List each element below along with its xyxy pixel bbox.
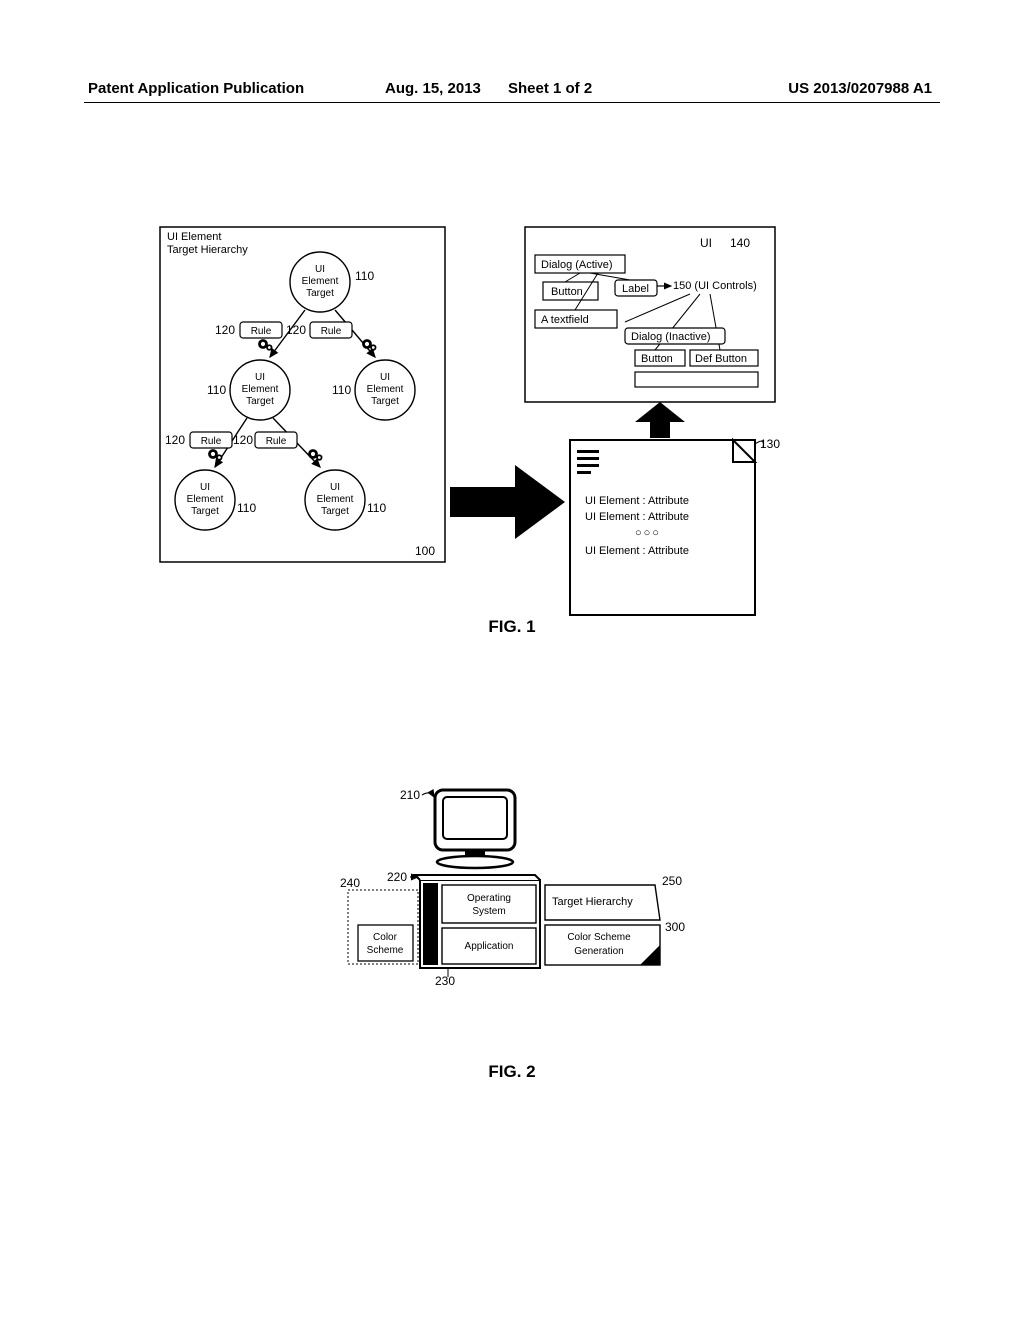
ref-300: 300	[665, 920, 685, 934]
ref-100: 100	[415, 544, 435, 558]
svg-text:UI Element : Attribute: UI Element : Attribute	[585, 511, 689, 523]
svg-text:UI: UI	[330, 482, 340, 493]
gear-icon	[362, 339, 376, 351]
svg-text:System: System	[472, 906, 505, 917]
svg-text:UI Element : Attribute: UI Element : Attribute	[585, 495, 689, 507]
svg-text:Target Hierarchy: Target Hierarchy	[552, 896, 633, 908]
ref-140: 140	[730, 236, 750, 250]
svg-text:Target: Target	[246, 396, 274, 407]
svg-text:Element: Element	[187, 494, 224, 505]
svg-text:Target: Target	[191, 506, 219, 517]
svg-text:UI: UI	[200, 482, 210, 493]
svg-text:Application: Application	[465, 941, 514, 952]
svg-text:Target: Target	[371, 396, 399, 407]
sheet-number: Sheet 1 of 2	[508, 80, 592, 97]
svg-text:120: 120	[165, 433, 185, 447]
flow-arrow-right	[450, 465, 565, 539]
figure-2-caption: FIG. 2	[0, 1062, 1024, 1082]
svg-text:Element: Element	[317, 494, 354, 505]
flow-arrow-up	[635, 402, 685, 438]
svg-text:Rule: Rule	[251, 326, 272, 337]
svg-text:Rule: Rule	[266, 436, 287, 447]
svg-text:Element: Element	[302, 276, 339, 287]
svg-text:Button: Button	[641, 353, 673, 365]
svg-text:Scheme: Scheme	[367, 945, 404, 956]
svg-text:UI Element : Attribute: UI Element : Attribute	[585, 545, 689, 557]
svg-text:Element: Element	[367, 384, 404, 395]
publication-label: Patent Application Publication	[88, 80, 304, 97]
gear-icon	[308, 449, 322, 461]
figure-1-caption: FIG. 1	[0, 617, 1024, 637]
svg-text:110: 110	[237, 501, 256, 515]
ref-150: 150 (UI Controls)	[673, 280, 757, 292]
hierarchy-title-2: Target Hierarchy	[167, 244, 248, 256]
empty-row	[635, 372, 758, 387]
svg-text:Rule: Rule	[321, 326, 342, 337]
ref-110-root: 110	[355, 269, 374, 283]
svg-text:120: 120	[233, 433, 253, 447]
svg-text:Color: Color	[373, 932, 398, 943]
ref-110: 110	[332, 383, 351, 397]
svg-text:Target: Target	[321, 506, 349, 517]
ref-210: 210	[400, 788, 420, 802]
ref-110: 110	[207, 383, 226, 397]
svg-text:A textfield: A textfield	[541, 314, 589, 326]
os-box	[442, 885, 536, 923]
svg-text:Dialog (Active): Dialog (Active)	[541, 259, 613, 271]
ref-220: 220	[387, 870, 407, 884]
ref-240: 240	[340, 876, 360, 890]
ref-230: 230	[435, 974, 455, 988]
svg-text:UI: UI	[380, 372, 390, 383]
header-divider	[84, 102, 940, 103]
figure-1: UI Element Target Hierarchy UI Element T…	[155, 222, 855, 642]
generation-box	[545, 925, 660, 965]
svg-text:○○○: ○○○	[635, 527, 661, 539]
ref-120: 120	[286, 323, 306, 337]
svg-text:Def Button: Def Button	[695, 353, 747, 365]
figure-2: 210 220 Operating System Application 230…	[340, 785, 700, 1025]
ui-label: UI	[700, 236, 712, 250]
ref-250: 250	[662, 874, 682, 888]
svg-text:Target: Target	[306, 288, 334, 299]
svg-text:Button: Button	[551, 286, 583, 298]
gear-icon	[258, 339, 272, 351]
publication-number: US 2013/0207988 A1	[788, 80, 932, 97]
svg-text:UI: UI	[255, 372, 265, 383]
hierarchy-title-1: UI Element	[167, 231, 221, 243]
svg-text:Generation: Generation	[574, 946, 623, 957]
svg-text:Color Scheme: Color Scheme	[567, 932, 631, 943]
svg-text:110: 110	[367, 501, 386, 515]
document-icon	[570, 440, 755, 615]
gear-icon	[208, 449, 222, 461]
svg-text:Operating: Operating	[467, 893, 511, 904]
svg-text:UI: UI	[315, 264, 325, 275]
svg-text:Element: Element	[242, 384, 279, 395]
svg-text:Dialog (Inactive): Dialog (Inactive)	[631, 331, 710, 343]
ref-120: 120	[215, 323, 235, 337]
svg-text:Label: Label	[622, 283, 649, 295]
svg-text:Rule: Rule	[201, 436, 222, 447]
monitor-icon	[435, 790, 515, 868]
publication-date: Aug. 15, 2013	[385, 80, 481, 97]
